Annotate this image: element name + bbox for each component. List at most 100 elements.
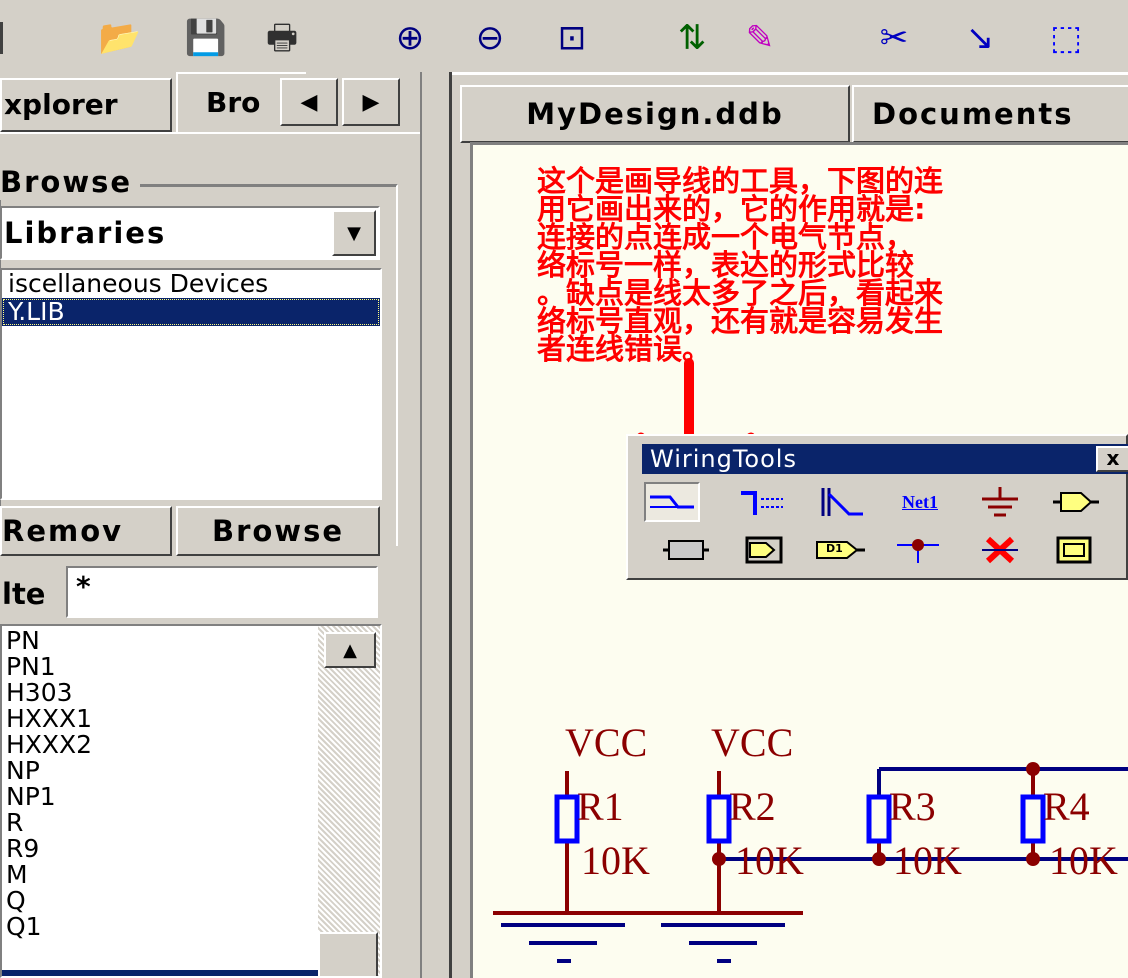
annotation-line: 络标号一样，表达的形式比较 xyxy=(537,248,915,282)
wire-tool-button[interactable] xyxy=(644,482,700,522)
open-folder-icon: 📂 xyxy=(98,18,142,58)
part-tool-button[interactable]: D1 xyxy=(812,530,868,570)
toolbar-grip xyxy=(0,22,17,54)
panel-splitter[interactable] xyxy=(420,72,452,978)
resistor-ref-r2: R2 xyxy=(729,784,776,829)
zoom-in-button[interactable]: ⊕ xyxy=(378,18,442,58)
dropdown-button[interactable]: ▼ xyxy=(332,210,376,256)
cut-wire-button[interactable]: ✂ xyxy=(862,18,926,58)
bus-entry-tool-button[interactable] xyxy=(812,482,868,522)
remove-button[interactable]: Remov xyxy=(0,506,172,556)
sheet-symbol-tool-button[interactable] xyxy=(658,530,714,570)
wiring-tools-close-button[interactable]: x xyxy=(1096,446,1128,472)
left-panel: xplorer Bro ◀ ▶ Browse Libraries ▼ iscel… xyxy=(0,72,420,978)
zoom-fit-icon: ⊡ xyxy=(557,18,587,58)
zoom-fit-button[interactable]: ⊡ xyxy=(540,18,604,58)
sheet-entry-tool-button[interactable] xyxy=(736,530,792,570)
annotation-line: 络标号直观，还有就是容易发生 xyxy=(537,304,944,338)
arrow-right-icon: ▶ xyxy=(362,89,380,115)
resistor-ref-r4: R4 xyxy=(1043,784,1090,829)
junction-icon xyxy=(897,539,939,563)
open-folder-button[interactable]: 📂 xyxy=(88,18,152,58)
magic-wand-button[interactable]: ✎ xyxy=(728,18,792,58)
component-list-item[interactable]: NP1 xyxy=(2,784,318,810)
save-button[interactable]: 💾 xyxy=(174,18,238,58)
list-selection-bar xyxy=(2,970,318,976)
probe-icon: ↘ xyxy=(965,18,995,58)
no-erc-icon xyxy=(982,536,1018,564)
arrow-up-icon: ▲ xyxy=(343,639,357,661)
component-list-item[interactable]: Q xyxy=(2,888,318,914)
tab-scroll-left-button[interactable]: ◀ xyxy=(280,78,338,126)
component-list-item[interactable]: NP xyxy=(2,758,318,784)
directive-tool-button[interactable] xyxy=(1046,530,1102,570)
browse-type-select[interactable]: Libraries ▼ xyxy=(0,206,380,260)
probe-button[interactable]: ↘ xyxy=(948,18,1012,58)
vcc-label-1: VCC xyxy=(565,720,648,765)
component-list-item[interactable]: R xyxy=(2,810,318,836)
resistor-value-r1: 10K xyxy=(581,838,650,883)
component-list-item[interactable]: Q1 xyxy=(2,914,318,940)
library-list-item[interactable]: Y.LIB xyxy=(2,298,380,326)
tab-scroll-right-button[interactable]: ▶ xyxy=(342,78,400,126)
zoom-out-button[interactable]: ⊖ xyxy=(458,18,522,58)
magic-wand-icon: ✎ xyxy=(745,18,775,58)
cut-wire-icon: ✂ xyxy=(879,18,909,58)
sort-arrows-button[interactable]: ⇅ xyxy=(660,18,724,58)
filter-input[interactable]: * xyxy=(66,566,378,618)
library-list-item[interactable]: iscellaneous Devices xyxy=(2,270,380,298)
resistor-value-r4: 10K xyxy=(1049,838,1118,883)
annotation-line: 用它画出来的，它的作用就是: xyxy=(537,192,926,226)
component-list-item[interactable]: HXXX1 xyxy=(2,706,318,732)
wiring-tools-window[interactable]: WiringTools x Net1 D1 xyxy=(626,434,1128,580)
chevron-down-icon: ▼ xyxy=(347,222,361,244)
resistor-value-r3: 10K xyxy=(893,838,962,883)
annotation-note: 这个是画导线的工具，下图的连 用它画出来的，它的作用就是: 连接的点连成一个电气节点… xyxy=(537,167,1128,364)
browse-group-title: Browse xyxy=(0,164,141,200)
net-label-icon: Net1 xyxy=(902,491,938,512)
component-list-item[interactable]: H303 xyxy=(2,680,318,706)
browse-type-value: Libraries xyxy=(4,216,167,250)
annotation-line: 。缺点是线太多了之后，看起来 xyxy=(537,276,944,310)
scroll-up-button[interactable]: ▲ xyxy=(324,632,376,668)
port-tool-button[interactable] xyxy=(1048,482,1104,522)
component-list-item[interactable]: R9 xyxy=(2,836,318,862)
port-icon xyxy=(1053,492,1099,512)
part-icon-label: D1 xyxy=(826,542,843,555)
resistor-ref-r3: R3 xyxy=(889,784,936,829)
wiring-tools-titlebar[interactable]: WiringTools x xyxy=(642,444,1128,474)
tab-mydesign[interactable]: MyDesign.ddb xyxy=(460,85,850,143)
component-list-item[interactable]: M xyxy=(2,862,318,888)
component-list-item[interactable]: HXXX2 xyxy=(2,732,318,758)
tab-explorer[interactable]: xplorer xyxy=(0,78,172,132)
bus-entry-icon xyxy=(821,488,863,516)
net-label-tool-button[interactable]: Net1 xyxy=(892,482,948,522)
print-button[interactable]: 🖶 xyxy=(250,18,314,58)
sort-arrows-icon: ⇅ xyxy=(677,18,707,58)
tab-strip-line xyxy=(0,132,420,134)
select-area-button[interactable]: ⬚ xyxy=(1034,18,1098,58)
junction-tool-button[interactable] xyxy=(890,530,946,570)
print-icon: 🖶 xyxy=(265,18,299,58)
main-toolbar: 📂 💾 🖶 ⊕ ⊖ ⊡ ⇅ ✎ ✂ ↘ ⬚ xyxy=(0,0,1128,72)
component-list-item[interactable]: PN1 xyxy=(2,654,318,680)
annotation-line: 连接的点连成一个电气节点， xyxy=(537,220,915,254)
sheet-entry-icon xyxy=(745,536,783,564)
ground-tool-button[interactable] xyxy=(972,482,1028,522)
sheet-symbol-icon xyxy=(663,540,709,560)
no-erc-tool-button[interactable] xyxy=(972,530,1028,570)
vcc-label-2: VCC xyxy=(711,720,794,765)
filter-value: * xyxy=(76,570,91,603)
library-list[interactable]: iscellaneous Devices Y.LIB xyxy=(0,268,382,500)
component-list[interactable]: PN PN1 H303 HXXX1 HXXX2 NP NP1 R R9 M Q Q1 ▲ xyxy=(0,624,382,978)
scroll-thumb[interactable] xyxy=(318,932,378,976)
directive-icon xyxy=(1056,536,1092,564)
browse-button[interactable]: Browse xyxy=(176,506,380,556)
tab-documents[interactable]: Documents xyxy=(852,85,1128,143)
wiring-tools-title: WiringTools xyxy=(650,445,797,473)
ground-icon xyxy=(982,487,1018,517)
bus-tool-button[interactable] xyxy=(734,482,790,522)
vertical-scrollbar[interactable]: ▲ xyxy=(318,626,380,976)
component-list-item[interactable]: PN xyxy=(2,628,318,654)
zoom-in-icon: ⊕ xyxy=(395,18,425,58)
